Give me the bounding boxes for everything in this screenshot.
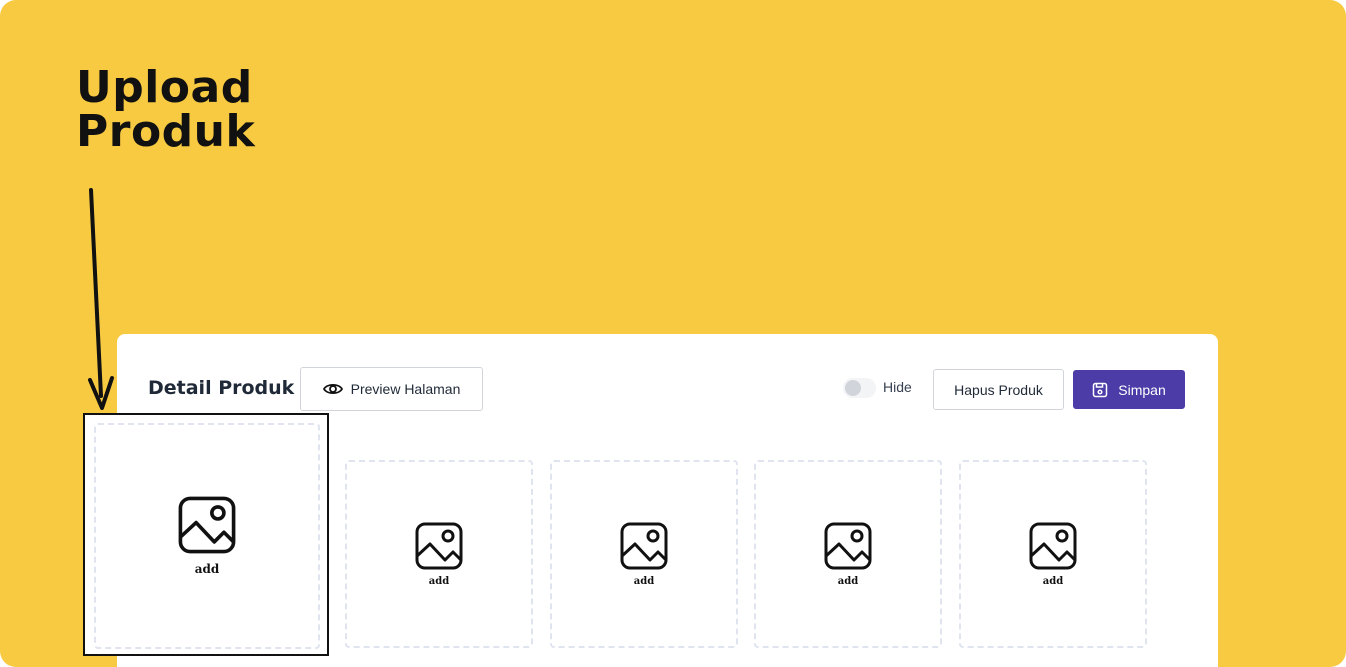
save-icon	[1093, 382, 1108, 397]
slot-add-label: add	[194, 562, 220, 576]
slot-add-label: add	[837, 575, 859, 587]
preview-page-button[interactable]: Preview Halaman	[300, 367, 483, 411]
promo-canvas: Upload Produk Detail Produk Preview Hala…	[0, 0, 1346, 667]
hide-toggle-knob	[845, 380, 861, 396]
image-upload-slot-1[interactable]: add	[94, 423, 320, 649]
pointer-arrow-icon	[88, 188, 114, 410]
slot-add-label: add	[1042, 575, 1064, 587]
image-icon	[415, 522, 463, 569]
panel-title: Detail Produk	[148, 377, 295, 399]
image-icon	[1029, 522, 1077, 569]
headline-line-1: Upload	[76, 62, 253, 113]
save-label: Simpan	[1118, 381, 1166, 398]
preview-page-label: Preview Halaman	[350, 381, 461, 397]
hide-label: Hide	[883, 379, 912, 395]
image-icon	[620, 522, 668, 569]
image-icon	[824, 522, 872, 569]
image-upload-slot-5[interactable]: add	[959, 460, 1147, 648]
headline: Upload Produk	[76, 66, 255, 154]
slot-add-label: add	[633, 575, 655, 587]
eye-icon	[322, 383, 343, 395]
image-icon	[178, 496, 236, 554]
slot-add-label: add	[428, 575, 450, 587]
hide-toggle[interactable]	[843, 378, 876, 398]
image-upload-slot-2[interactable]: add	[345, 460, 533, 648]
image-upload-slot-3[interactable]: add	[550, 460, 738, 648]
save-button[interactable]: Simpan	[1073, 370, 1185, 409]
image-upload-slot-4[interactable]: add	[754, 460, 942, 648]
highlighted-upload-frame: add	[83, 413, 329, 656]
headline-line-2: Produk	[76, 106, 256, 157]
delete-product-button[interactable]: Hapus Produk	[933, 369, 1064, 410]
